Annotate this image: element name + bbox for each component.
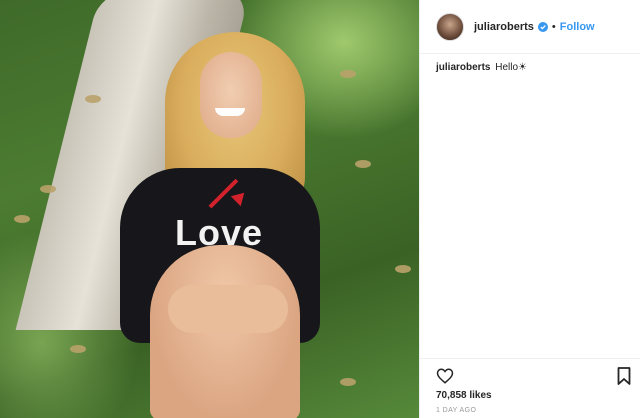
person-smile (215, 108, 245, 116)
leaf (395, 265, 411, 273)
likes-count[interactable]: 70,858 likes (436, 390, 492, 401)
caption-username-link[interactable]: juliaroberts (436, 62, 490, 73)
leaf (14, 215, 30, 223)
username-link[interactable]: juliaroberts (474, 21, 534, 33)
post-sidebar: juliaroberts • Follow juliaroberts Hello… (419, 0, 640, 418)
post-header: juliaroberts • Follow (420, 0, 640, 54)
person-hands (168, 285, 288, 333)
avatar[interactable] (436, 12, 464, 41)
post-photo[interactable]: Love (0, 0, 419, 418)
verified-badge-icon (537, 21, 548, 32)
follow-button[interactable]: Follow (560, 21, 595, 33)
leaf (70, 345, 86, 353)
bookmark-icon[interactable] (617, 367, 631, 385)
separator-dot: • (551, 20, 556, 33)
leaf (355, 160, 371, 168)
leaf (340, 378, 356, 386)
post-timestamp: 1 DAY AGO (436, 407, 477, 414)
action-bar (420, 358, 640, 392)
person-face (200, 52, 262, 138)
leaf (340, 70, 356, 78)
heart-icon[interactable] (436, 367, 454, 385)
caption-text: Hello☀ (495, 62, 528, 73)
leaf (85, 95, 101, 103)
leaf (40, 185, 56, 193)
caption: juliaroberts Hello☀ (436, 62, 527, 73)
